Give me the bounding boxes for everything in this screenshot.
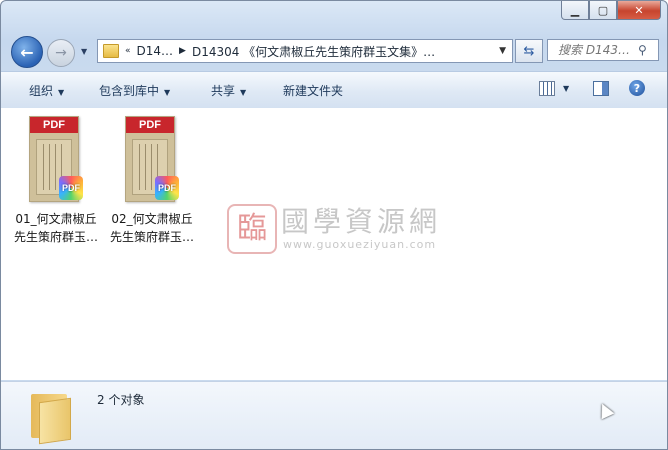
chevron-down-icon: ▼ <box>164 88 171 97</box>
maximize-button[interactable]: ▢ <box>589 1 617 20</box>
pdf-app-badge-icon: PDF <box>155 176 179 200</box>
breadcrumb-segment[interactable]: D14304 《何文肃椒丘先生策府群玉文集》… <box>192 43 435 60</box>
refresh-icon: ⇆ <box>523 43 535 59</box>
help-icon[interactable]: ? <box>629 80 645 96</box>
seal-icon: 臨 <box>227 204 277 254</box>
forward-button[interactable]: → <box>47 39 75 67</box>
organize-menu[interactable]: 组织 ▼ <box>29 82 64 99</box>
pdf-label: PDF <box>126 117 174 133</box>
breadcrumb-segment[interactable]: D14… <box>137 44 174 58</box>
navigation-bar: ← → ▼ « D14… ▶ D14304 《何文肃椒丘先生策府群玉文集》… ▼… <box>1 35 667 68</box>
explorer-window: ▁ ▢ ✕ ← → ▼ « D14… ▶ D14304 《何文肃椒丘先生策府群玉… <box>0 0 668 450</box>
preview-pane-icon[interactable] <box>593 81 609 96</box>
forward-arrow-icon: → <box>55 45 67 61</box>
back-button[interactable]: ← <box>11 36 43 68</box>
file-item[interactable]: PDF PDF 01_何文肃椒丘 先生策府群玉… <box>11 114 101 244</box>
share-menu[interactable]: 共享 ▼ <box>211 82 246 99</box>
pdf-app-badge-icon: PDF <box>59 176 83 200</box>
command-bar: 组织 ▼ 包含到库中 ▼ 共享 ▼ 新建文件夹 ▼ ? <box>1 71 667 109</box>
include-in-library-menu[interactable]: 包含到库中 ▼ <box>99 82 170 99</box>
overflow-chevron[interactable]: « <box>125 46 131 56</box>
file-list: PDF PDF 01_何文肃椒丘 先生策府群玉… PDF PDF 02_何文肃椒… <box>1 108 667 380</box>
pdf-label: PDF <box>30 117 78 133</box>
minimize-button[interactable]: ▁ <box>561 1 589 20</box>
recent-pages-dropdown[interactable]: ▼ <box>81 47 87 56</box>
folder-icon <box>31 390 75 445</box>
chevron-down-icon: ▼ <box>58 88 65 97</box>
address-dropdown-icon[interactable]: ▼ <box>499 46 506 56</box>
watermark-url: www.guoxueziyuan.com <box>283 238 437 251</box>
search-icon[interactable]: ⚲ <box>638 43 647 57</box>
address-bar[interactable]: « D14… ▶ D14304 《何文肃椒丘先生策府群玉文集》… ▼ <box>97 39 513 63</box>
watermark-logo: 臨 國學資源網 www.guoxueziyuan.com <box>227 202 447 262</box>
back-arrow-icon: ← <box>20 42 34 62</box>
details-pane: 2 个对象 <box>1 381 667 449</box>
file-item[interactable]: PDF PDF 02_何文肃椒丘 先生策府群玉… <box>107 114 197 244</box>
new-folder-button[interactable]: 新建文件夹 <box>283 82 343 99</box>
chevron-down-icon: ▼ <box>240 88 247 97</box>
search-box[interactable]: ⚲ <box>547 39 659 61</box>
refresh-button[interactable]: ⇆ <box>515 39 543 63</box>
caption-buttons: ▁ ▢ ✕ <box>561 1 661 21</box>
file-name: 02_何文肃椒丘 先生策府群玉… <box>109 212 194 244</box>
watermark-title: 國學資源網 <box>281 205 442 238</box>
change-view-icon[interactable] <box>539 81 555 96</box>
file-name: 01_何文肃椒丘 先生策府群玉… <box>13 212 98 244</box>
folder-icon <box>103 44 119 58</box>
item-count: 2 个对象 <box>97 393 145 407</box>
search-input[interactable] <box>556 42 638 58</box>
breadcrumb-arrow-icon[interactable]: ▶ <box>179 46 186 56</box>
close-button[interactable]: ✕ <box>617 1 661 20</box>
view-options-dropdown[interactable]: ▼ <box>563 84 569 93</box>
